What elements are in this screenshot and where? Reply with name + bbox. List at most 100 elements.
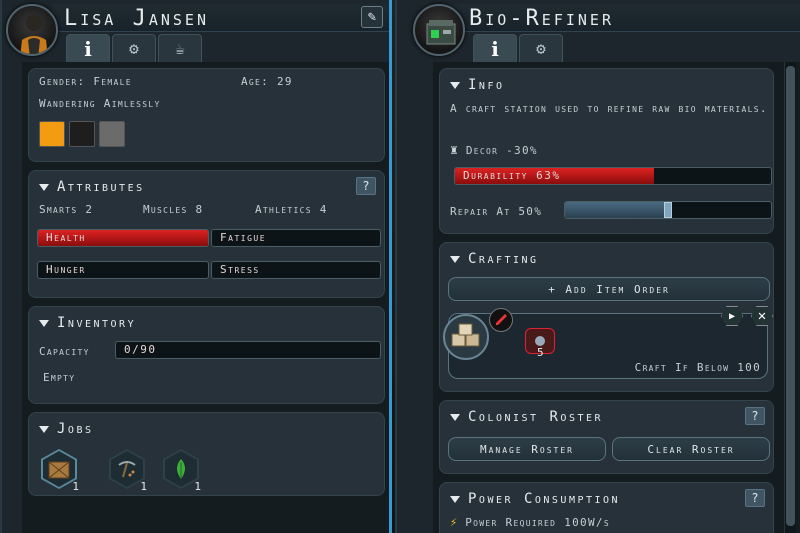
health-bar: Health bbox=[37, 229, 209, 247]
crate-icon bbox=[48, 461, 70, 479]
remove-order-button[interactable]: ✕ bbox=[751, 306, 773, 326]
gender-label: Gender: Female bbox=[39, 75, 132, 88]
jobs-title: Jobs bbox=[57, 421, 94, 437]
info-icon: i bbox=[84, 36, 92, 61]
manage-roster-button[interactable]: Manage Roster bbox=[448, 437, 606, 461]
repair-fill bbox=[565, 202, 668, 218]
stress-bar: Stress bbox=[211, 261, 381, 279]
scrollbar-thumb[interactable] bbox=[786, 66, 795, 526]
power-header[interactable]: Power Consumption bbox=[450, 489, 763, 509]
collapse-triangle-icon bbox=[39, 183, 49, 191]
inventory-empty-text: Empty bbox=[43, 371, 76, 384]
power-row: ⚡ Power Required 100W/s bbox=[450, 515, 610, 529]
inventory-header[interactable]: Inventory bbox=[39, 313, 374, 333]
priority-dropper-button[interactable] bbox=[489, 308, 513, 332]
colonist-content: Gender: Female Age: 29 Wandering Aimless… bbox=[22, 62, 389, 533]
colonist-tabs: i ⚙ ☕ bbox=[66, 34, 202, 62]
fatigue-label: Fatigue bbox=[220, 231, 267, 244]
roster-help-button[interactable]: ? bbox=[745, 407, 765, 425]
building-titlebar: Bio-Refiner bbox=[443, 4, 800, 32]
swatch-black[interactable] bbox=[69, 121, 95, 147]
close-icon: ✕ bbox=[757, 308, 767, 324]
roster-title: Colonist Roster bbox=[468, 409, 604, 425]
job-count: 1 bbox=[194, 480, 201, 493]
clear-roster-button[interactable]: Clear Roster bbox=[612, 437, 770, 461]
product-icon[interactable] bbox=[443, 314, 489, 360]
power-required: Power Required 100W/s bbox=[465, 515, 610, 529]
swatch-gray[interactable] bbox=[99, 121, 125, 147]
job-hex-inner bbox=[43, 451, 75, 487]
play-button[interactable]: ▶ bbox=[721, 306, 743, 326]
attributes-title: Attributes bbox=[57, 179, 145, 195]
attributes-section: Attributes ? Smarts 2 Muscles 8 Athletic… bbox=[28, 170, 385, 298]
boxes-icon bbox=[451, 323, 480, 347]
repair-slider-handle[interactable] bbox=[663, 202, 672, 218]
jobs-header[interactable]: Jobs bbox=[39, 419, 374, 439]
dropper-icon bbox=[496, 314, 507, 325]
play-icon: ▶ bbox=[728, 310, 736, 322]
capacity-label: Capacity bbox=[39, 345, 90, 358]
inventory-section: Inventory Capacity 0/90 Empty bbox=[28, 306, 385, 404]
status-text: Wandering Aimlessly bbox=[39, 97, 161, 110]
athletics-stat: Athletics 4 bbox=[255, 203, 328, 216]
attributes-header[interactable]: Attributes bbox=[39, 177, 374, 197]
repair-slider[interactable] bbox=[564, 201, 772, 219]
decor-row: ♜ Decor -30% bbox=[450, 143, 538, 158]
collapse-triangle-icon bbox=[450, 413, 460, 421]
collapse-triangle-icon bbox=[39, 319, 49, 327]
info-title: Info bbox=[468, 77, 505, 93]
health-label: Health bbox=[46, 231, 86, 244]
pickaxe-icon bbox=[118, 461, 136, 478]
ingredient-count: 5 bbox=[537, 346, 544, 359]
building-header: Bio-Refiner i ⚙ bbox=[397, 0, 800, 62]
gear-icon: ⚙ bbox=[129, 39, 139, 58]
collapse-triangle-icon bbox=[450, 81, 460, 89]
hand-icon: ☕ bbox=[175, 39, 185, 58]
roster-header[interactable]: Colonist Roster bbox=[450, 407, 763, 427]
tab-info[interactable]: i bbox=[473, 34, 517, 62]
building-description: A craft station used to refine raw bio m… bbox=[450, 102, 768, 115]
collapse-triangle-icon bbox=[450, 495, 460, 503]
tab-settings[interactable]: ⚙ bbox=[519, 34, 563, 62]
attributes-help-button[interactable]: ? bbox=[356, 177, 376, 195]
capacity-value: 0/90 bbox=[124, 343, 157, 356]
age-label: Age: 29 bbox=[241, 75, 293, 88]
tab-needs[interactable]: ☕ bbox=[158, 34, 202, 62]
power-help-button[interactable]: ? bbox=[745, 489, 765, 507]
building-scrollbar[interactable] bbox=[784, 62, 796, 533]
building-avatar bbox=[413, 4, 465, 56]
person-icon bbox=[20, 15, 48, 54]
jobs-section: Jobs 1 1 1 bbox=[28, 412, 385, 496]
job-hauling[interactable]: 1 bbox=[41, 449, 79, 493]
fatigue-bar: Fatigue bbox=[211, 229, 381, 247]
info-header[interactable]: Info bbox=[450, 75, 763, 95]
roster-section: Colonist Roster ? Manage Roster Clear Ro… bbox=[439, 400, 774, 474]
colonist-avatar[interactable] bbox=[6, 4, 58, 56]
jobs-list: 1 1 1 bbox=[41, 449, 211, 493]
collapse-triangle-icon bbox=[39, 425, 49, 433]
gear-icon: ⚙ bbox=[536, 39, 546, 58]
colonist-header: Lisa Jansen ✎ i ⚙ ☕ bbox=[2, 0, 389, 62]
tab-settings[interactable]: ⚙ bbox=[112, 34, 156, 62]
crafting-section: Crafting + Add Item Order 5 ▶ ✕ Craft If… bbox=[439, 242, 774, 392]
repair-label: Repair At 50% bbox=[450, 205, 543, 218]
job-count: 1 bbox=[140, 480, 147, 493]
color-swatches bbox=[39, 121, 125, 147]
inventory-title: Inventory bbox=[57, 315, 137, 331]
job-hex-inner bbox=[165, 451, 197, 487]
power-section: Power Consumption ? ⚡ Power Required 100… bbox=[439, 482, 774, 533]
muscles-stat: Muscles 8 bbox=[143, 203, 204, 216]
info-icon: i bbox=[491, 36, 499, 61]
tab-info[interactable]: i bbox=[66, 34, 110, 62]
hunger-label: Hunger bbox=[46, 263, 86, 276]
swatch-orange[interactable] bbox=[39, 121, 65, 147]
job-count: 1 bbox=[72, 480, 79, 493]
capacity-bar: 0/90 bbox=[115, 341, 381, 359]
add-item-order-button[interactable]: + Add Item Order bbox=[448, 277, 770, 301]
job-farming[interactable]: 1 bbox=[163, 449, 201, 493]
crafting-header[interactable]: Crafting bbox=[450, 249, 763, 269]
craft-if-below-text[interactable]: Craft If Below 100 bbox=[635, 361, 761, 374]
building-content: Info A craft station used to refine raw … bbox=[433, 62, 800, 533]
job-mining[interactable]: 1 bbox=[109, 449, 147, 493]
edit-name-button[interactable]: ✎ bbox=[361, 6, 383, 28]
